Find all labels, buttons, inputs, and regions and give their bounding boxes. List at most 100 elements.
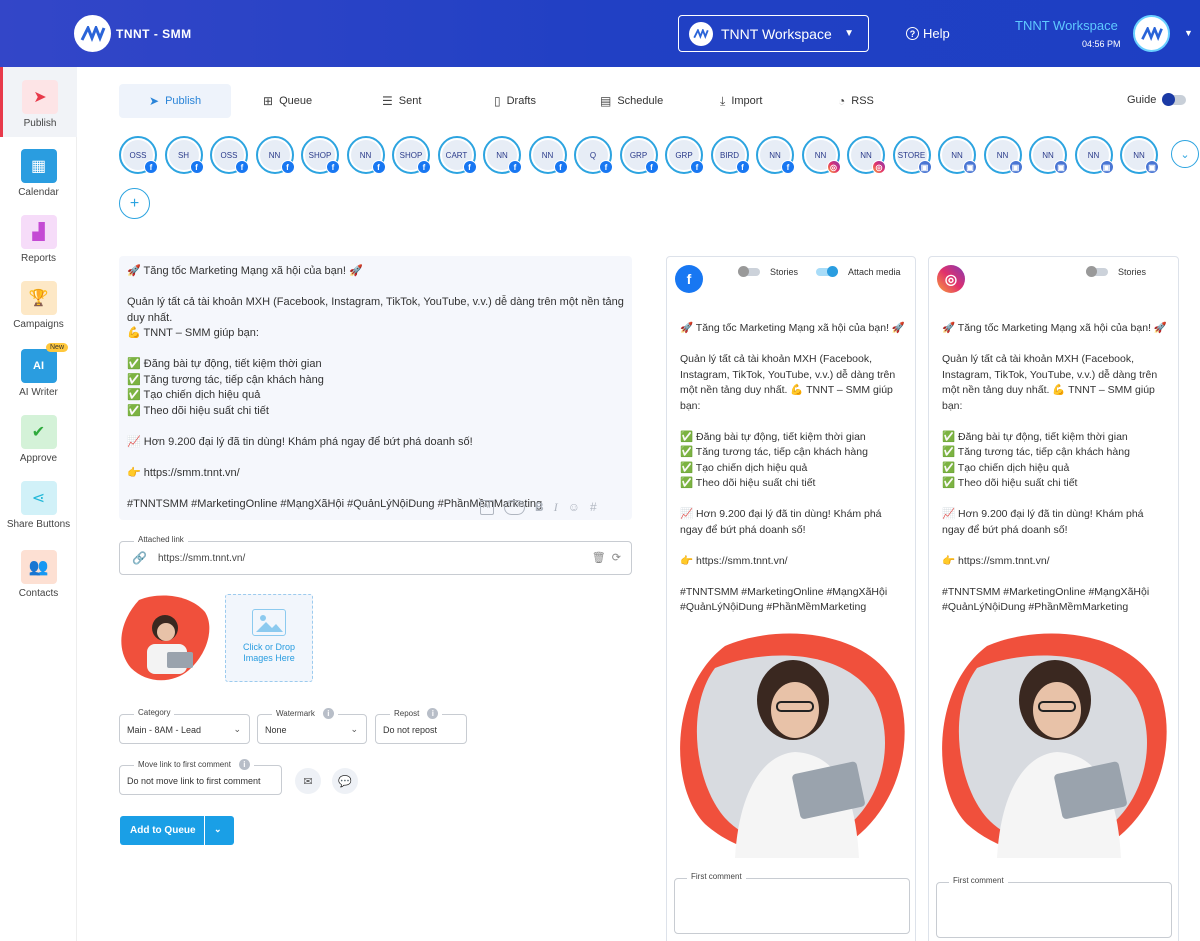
tab-queue[interactable]: ⊞ Queue <box>263 84 312 118</box>
sidebar-item-ai-writer[interactable]: New AI AI Writer <box>0 343 77 398</box>
fb-stories-toggle[interactable]: Stories <box>738 266 798 277</box>
hashtag-icon[interactable]: # <box>590 500 597 515</box>
account-avatar[interactable]: SHOP f <box>392 136 431 174</box>
account-avatar[interactable]: NN ▣ <box>938 136 977 174</box>
sidebar-item-contacts[interactable]: 👥 Contacts <box>0 550 77 599</box>
envelope-icon[interactable]: ✉ <box>295 768 321 794</box>
google-business-icon: ▣ <box>917 160 932 174</box>
account-avatar[interactable]: NN ◎ <box>847 136 886 174</box>
add-account-button[interactable]: + <box>119 188 150 219</box>
sidebar-item-label: AI Writer <box>19 387 58 398</box>
sidebar-item-approve[interactable]: ✔ Approve <box>0 415 77 464</box>
tab-import[interactable]: ⤓ Import <box>720 84 763 118</box>
account-avatar[interactable]: NN ◎ <box>801 136 841 174</box>
sidebar-item-reports[interactable]: ▟ Reports <box>0 215 77 264</box>
account-avatar[interactable]: NN f <box>255 136 295 174</box>
text-line <box>942 538 1167 554</box>
sidebar-item-label: Share Buttons <box>6 519 71 530</box>
account-avatar[interactable]: NN ▣ <box>1074 136 1114 174</box>
cta-icon[interactable]: CTA <box>503 500 526 515</box>
account-avatar[interactable]: OSS f <box>119 136 158 174</box>
info-icon[interactable]: i <box>322 708 334 719</box>
guide-switch[interactable] <box>1162 93 1187 106</box>
account-avatar[interactable]: GRP f <box>619 136 659 174</box>
sidebar-item-label: Campaigns <box>13 319 64 330</box>
account-avatar[interactable]: NN f <box>756 136 795 174</box>
move-link-select[interactable]: Move link to first comment i Do not move … <box>119 759 282 795</box>
image-drop-zone[interactable]: Click or Drop Images Here <box>225 594 313 682</box>
repost-select[interactable]: Repost i Do not repost <box>375 708 467 744</box>
text-line <box>680 538 905 554</box>
sidebar-item-campaigns[interactable]: 🏆 Campaigns <box>0 281 77 330</box>
ai-icon[interactable]: AI <box>480 500 494 515</box>
tab-rss[interactable]: ◔ RSS <box>838 84 874 118</box>
account-avatar[interactable]: NN ▣ <box>1120 136 1159 174</box>
account-avatar[interactable]: BIRD f <box>710 136 750 174</box>
stories-switch[interactable] <box>738 266 760 277</box>
attached-link-field[interactable]: Attached link 🔗 https://smm.tnnt.vn/ 🗑 ⟳ <box>119 535 632 575</box>
emoji-icon[interactable]: ☺ <box>568 500 580 515</box>
tab-schedule[interactable]: ▤ Schedule <box>600 84 663 118</box>
first-comment-label: First comment <box>687 872 746 881</box>
help-link[interactable]: ? Help <box>906 26 950 41</box>
calendar-clock-icon: ▤ <box>600 94 612 108</box>
facebook-icon: f <box>326 160 340 174</box>
sidebar-item-share-buttons[interactable]: ⋖ Share Buttons <box>0 481 77 530</box>
refresh-icon[interactable]: ⟳ <box>612 552 621 564</box>
fb-first-comment-field[interactable]: First comment <box>674 872 910 934</box>
sidebar-item-publish[interactable]: ➤ Publish <box>0 67 77 137</box>
guide-toggle[interactable]: Guide <box>1127 93 1187 106</box>
text-line <box>942 492 1167 508</box>
tab-publish[interactable]: ➤ Publish <box>119 84 232 118</box>
chevron-down-icon: ⌄ <box>350 724 358 734</box>
tab-label: Drafts <box>506 95 536 107</box>
post-editor[interactable]: 🚀 Tăng tốc Marketing Mạng xã hội của bạn… <box>119 256 632 520</box>
info-icon[interactable]: i <box>427 708 439 719</box>
tab-sent[interactable]: ☰ Sent <box>382 84 421 118</box>
trophy-icon: 🏆 <box>20 281 57 315</box>
text-line: ✅ Tạo chiến dịch hiệu quả <box>127 389 261 401</box>
account-avatar[interactable]: SHOP f <box>301 136 340 174</box>
attached-link-url: https://smm.tnnt.vn/ <box>158 553 246 564</box>
account-avatar[interactable]: STORE ▣ <box>892 136 932 174</box>
account-avatar[interactable]: NN f <box>346 136 386 174</box>
facebook-icon: f <box>189 160 204 174</box>
italic-icon[interactable]: I <box>554 500 558 515</box>
top-header: TNNT - SMM TNNT Workspace ▼ ? Help TNNT … <box>0 0 1200 67</box>
user-avatar[interactable] <box>1133 15 1170 52</box>
watermark-select[interactable]: Watermark i None ⌄ <box>257 708 367 744</box>
comment-icon[interactable]: 💬 <box>332 768 358 794</box>
attach-media-switch[interactable] <box>816 266 838 277</box>
instagram-icon: ◎ <box>872 160 886 174</box>
add-to-queue-button[interactable]: Add to Queue ⌄ <box>120 816 234 845</box>
brand-logo[interactable] <box>74 15 111 52</box>
tab-label: Publish <box>165 95 202 107</box>
chevron-down-icon[interactable]: ⌄ <box>214 824 222 835</box>
sidebar-item-calendar[interactable]: ▦ Calendar <box>0 149 77 198</box>
account-avatar[interactable]: SH f <box>164 136 204 174</box>
tab-drafts[interactable]: ▯ Drafts <box>494 84 536 118</box>
category-select[interactable]: Category Main - 8AM - Lead ⌄ <box>119 708 250 744</box>
workspace-selector[interactable]: TNNT Workspace ▼ <box>678 15 869 52</box>
account-avatar[interactable]: Qf <box>574 136 613 174</box>
account-avatar[interactable]: NN f <box>528 136 568 174</box>
show-more-accounts-button[interactable]: ⌄ <box>1171 140 1199 168</box>
ig-first-comment-field[interactable]: First comment <box>936 876 1172 938</box>
account-avatar[interactable]: NN ▣ <box>1029 136 1068 174</box>
account-avatar[interactable]: GRP f <box>665 136 704 174</box>
text-line: Quản lý tất cả tài khoản MXH (Facebook, … <box>127 296 624 324</box>
account-avatar[interactable]: CART f <box>437 136 477 174</box>
trash-icon[interactable]: 🗑 <box>592 552 606 564</box>
info-icon[interactable]: i <box>238 759 250 770</box>
bold-icon[interactable]: B <box>535 500 544 515</box>
account-avatar[interactable]: NN f <box>483 136 522 174</box>
stories-switch[interactable] <box>1086 266 1108 277</box>
ig-stories-toggle[interactable]: Stories <box>1086 266 1146 277</box>
text-line: 🚀 Tăng tốc Marketing Mạng xã hội của bạn… <box>127 265 363 277</box>
media-thumbnail[interactable] <box>119 594 211 682</box>
account-avatar[interactable]: NN ▣ <box>983 136 1023 174</box>
account-avatar[interactable]: OSS f <box>210 136 249 174</box>
repost-value: Do not repost <box>383 725 438 735</box>
fb-attach-media-toggle[interactable]: Attach media <box>816 266 901 277</box>
user-menu-chevron-icon[interactable]: ▼ <box>1184 28 1193 38</box>
